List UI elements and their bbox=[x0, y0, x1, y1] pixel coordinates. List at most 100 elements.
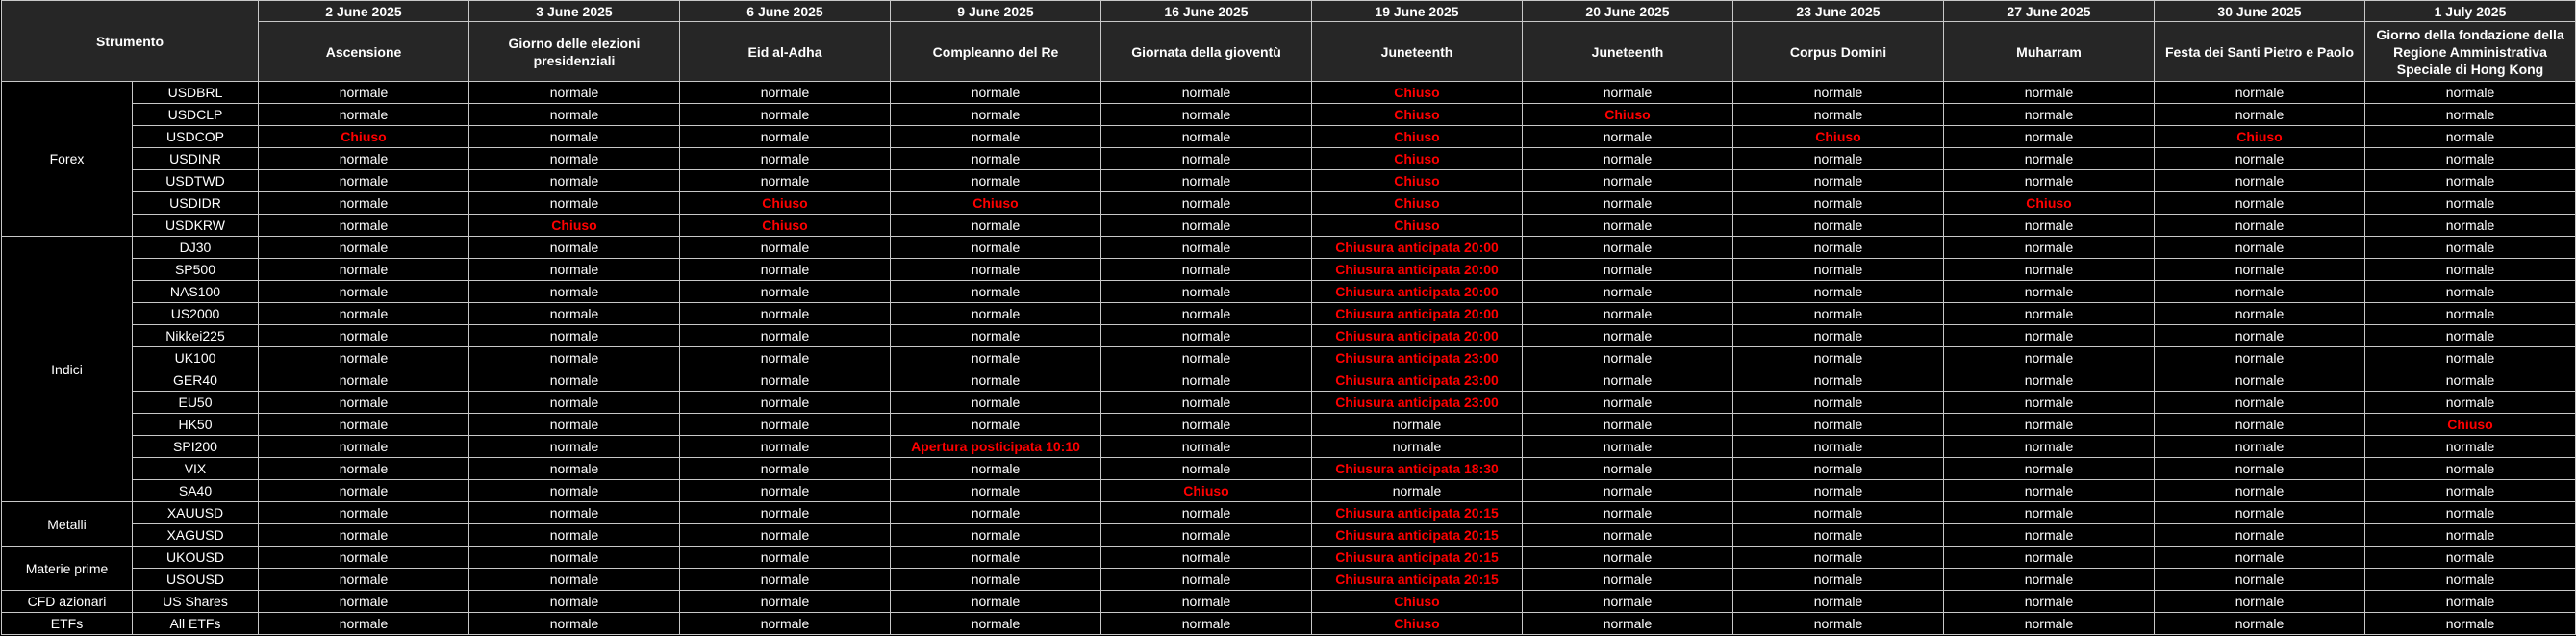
status-cell-alert: Chiusura anticipata 20:00 bbox=[1311, 302, 1523, 325]
status-cell: normale bbox=[1522, 302, 1733, 325]
status-cell: normale bbox=[2364, 81, 2576, 104]
symbol-cell: USDINR bbox=[132, 147, 259, 170]
date-header: 23 June 2025 bbox=[1732, 0, 1944, 22]
table-body: Forex USDBRL normale normale normale normale n… bbox=[1, 81, 2576, 635]
date-header-row: Strumento 2 June 2025 3 June 2025 6 June 2… bbox=[1, 0, 2576, 82]
status-cell: normale bbox=[468, 81, 680, 104]
status-cell: normale bbox=[2364, 103, 2576, 126]
status-cell-alert: Chiuso bbox=[1732, 125, 1944, 148]
table-row: Indici DJ30 normale normale normale normale no… bbox=[1, 236, 2576, 502]
status-cell: normale bbox=[679, 612, 891, 635]
table-row: USDIDR normale normale Chiuso Chiuso normale C… bbox=[2, 191, 2576, 215]
status-cell: normale bbox=[1732, 391, 1944, 414]
status-cell: normale bbox=[890, 81, 1101, 104]
date-header: 9 June 2025 bbox=[890, 0, 1101, 22]
status-cell: normale bbox=[1943, 81, 2155, 104]
table-row: USOUSD normale normale normale normale normal… bbox=[2, 568, 2576, 591]
status-cell: normale bbox=[468, 523, 680, 547]
table-row: HK50 normale normale normale normale normale n… bbox=[2, 413, 2576, 436]
table-row: UK100 normale normale normale normale normale… bbox=[2, 346, 2576, 369]
status-cell-alert: Chiuso bbox=[679, 214, 891, 237]
status-cell: normale bbox=[258, 457, 469, 480]
status-cell: normale bbox=[258, 302, 469, 325]
status-cell: normale bbox=[1943, 435, 2155, 458]
table-row: GER40 normale normale normale normale normale… bbox=[2, 369, 2576, 392]
category-cell: Indici bbox=[1, 236, 133, 502]
status-cell: normale bbox=[1100, 457, 1312, 480]
status-cell: normale bbox=[1732, 280, 1944, 303]
date-header: 16 June 2025 bbox=[1100, 0, 1312, 22]
status-cell: normale bbox=[258, 147, 469, 170]
symbol-cell: USOUSD bbox=[132, 568, 259, 591]
status-cell: normale bbox=[1100, 236, 1312, 259]
status-cell: normale bbox=[2364, 457, 2576, 480]
status-cell: normale bbox=[258, 546, 469, 569]
status-cell: normale bbox=[679, 236, 891, 259]
status-cell: normale bbox=[258, 391, 469, 414]
status-cell-alert: Chiusura anticipata 20:00 bbox=[1311, 280, 1523, 303]
status-cell: normale bbox=[258, 103, 469, 126]
status-cell: normale bbox=[258, 501, 469, 524]
status-cell: normale bbox=[1943, 612, 2155, 635]
status-cell: normale bbox=[890, 147, 1101, 170]
status-cell: normale bbox=[890, 103, 1101, 126]
status-cell: normale bbox=[2364, 125, 2576, 148]
status-cell: normale bbox=[2364, 236, 2576, 259]
status-cell: normale bbox=[1943, 346, 2155, 369]
date-header: 2 June 2025 bbox=[258, 0, 469, 22]
symbol-cell: USDKRW bbox=[132, 214, 259, 237]
status-cell: normale bbox=[2154, 435, 2365, 458]
status-cell: normale bbox=[679, 324, 891, 347]
status-cell: normale bbox=[1943, 125, 2155, 148]
status-cell: normale bbox=[2154, 236, 2365, 259]
status-cell: normale bbox=[468, 191, 680, 215]
symbol-cell: XAUUSD bbox=[132, 501, 259, 524]
status-cell: normale bbox=[890, 479, 1101, 502]
status-cell: normale bbox=[1943, 590, 2155, 613]
status-cell: normale bbox=[2364, 612, 2576, 635]
status-cell-alert: Chiusura anticipata 20:00 bbox=[1311, 324, 1523, 347]
status-cell: normale bbox=[2154, 191, 2365, 215]
status-cell: normale bbox=[1522, 236, 1733, 259]
status-cell-alert: Chiusura anticipata 20:00 bbox=[1311, 258, 1523, 281]
table-row: USDCOP Chiuso normale normale normale normale… bbox=[2, 125, 2576, 148]
status-cell: normale bbox=[468, 302, 680, 325]
date-header: 19 June 2025 bbox=[1311, 0, 1523, 22]
status-cell: normale bbox=[1100, 125, 1312, 148]
status-cell: normale bbox=[1732, 590, 1944, 613]
status-cell: normale bbox=[1943, 280, 2155, 303]
status-cell: normale bbox=[2364, 501, 2576, 524]
status-cell-alert: Chiuso bbox=[1311, 590, 1523, 613]
table-row: SP500 normale normale normale normale normale… bbox=[2, 258, 2576, 281]
status-cell: normale bbox=[258, 324, 469, 347]
status-cell: normale bbox=[1943, 391, 2155, 414]
status-cell: normale bbox=[1100, 324, 1312, 347]
status-cell: normale bbox=[1732, 612, 1944, 635]
status-cell: normale bbox=[1311, 435, 1523, 458]
status-cell: normale bbox=[258, 81, 469, 104]
status-cell: normale bbox=[679, 391, 891, 414]
status-cell: normale bbox=[679, 346, 891, 369]
symbol-cell: EU50 bbox=[132, 391, 259, 414]
status-cell: normale bbox=[1311, 413, 1523, 436]
status-cell: normale bbox=[1522, 125, 1733, 148]
table-row: NAS100 normale normale normale normale normal… bbox=[2, 280, 2576, 303]
status-cell: normale bbox=[2154, 612, 2365, 635]
status-cell: normale bbox=[1100, 346, 1312, 369]
status-cell: normale bbox=[2364, 568, 2576, 591]
status-cell-alert: Chiuso bbox=[1311, 81, 1523, 104]
status-cell: normale bbox=[1732, 81, 1944, 104]
status-cell: normale bbox=[2154, 501, 2365, 524]
status-cell-alert: Chiusura anticipata 20:15 bbox=[1311, 568, 1523, 591]
status-cell: normale bbox=[258, 479, 469, 502]
status-cell: normale bbox=[890, 169, 1101, 192]
table-row: US2000 normale normale normale normale normal… bbox=[2, 302, 2576, 325]
status-cell: normale bbox=[2154, 103, 2365, 126]
status-cell: normale bbox=[1522, 457, 1733, 480]
status-cell-alert: Chiuso bbox=[2154, 125, 2365, 148]
status-cell: normale bbox=[2364, 346, 2576, 369]
table-row: CFD azionari US Shares normale normale norma… bbox=[1, 590, 2576, 613]
status-cell: normale bbox=[468, 324, 680, 347]
status-cell: normale bbox=[468, 169, 680, 192]
table-row: VIX normale normale normale normale normale Ch… bbox=[2, 457, 2576, 480]
